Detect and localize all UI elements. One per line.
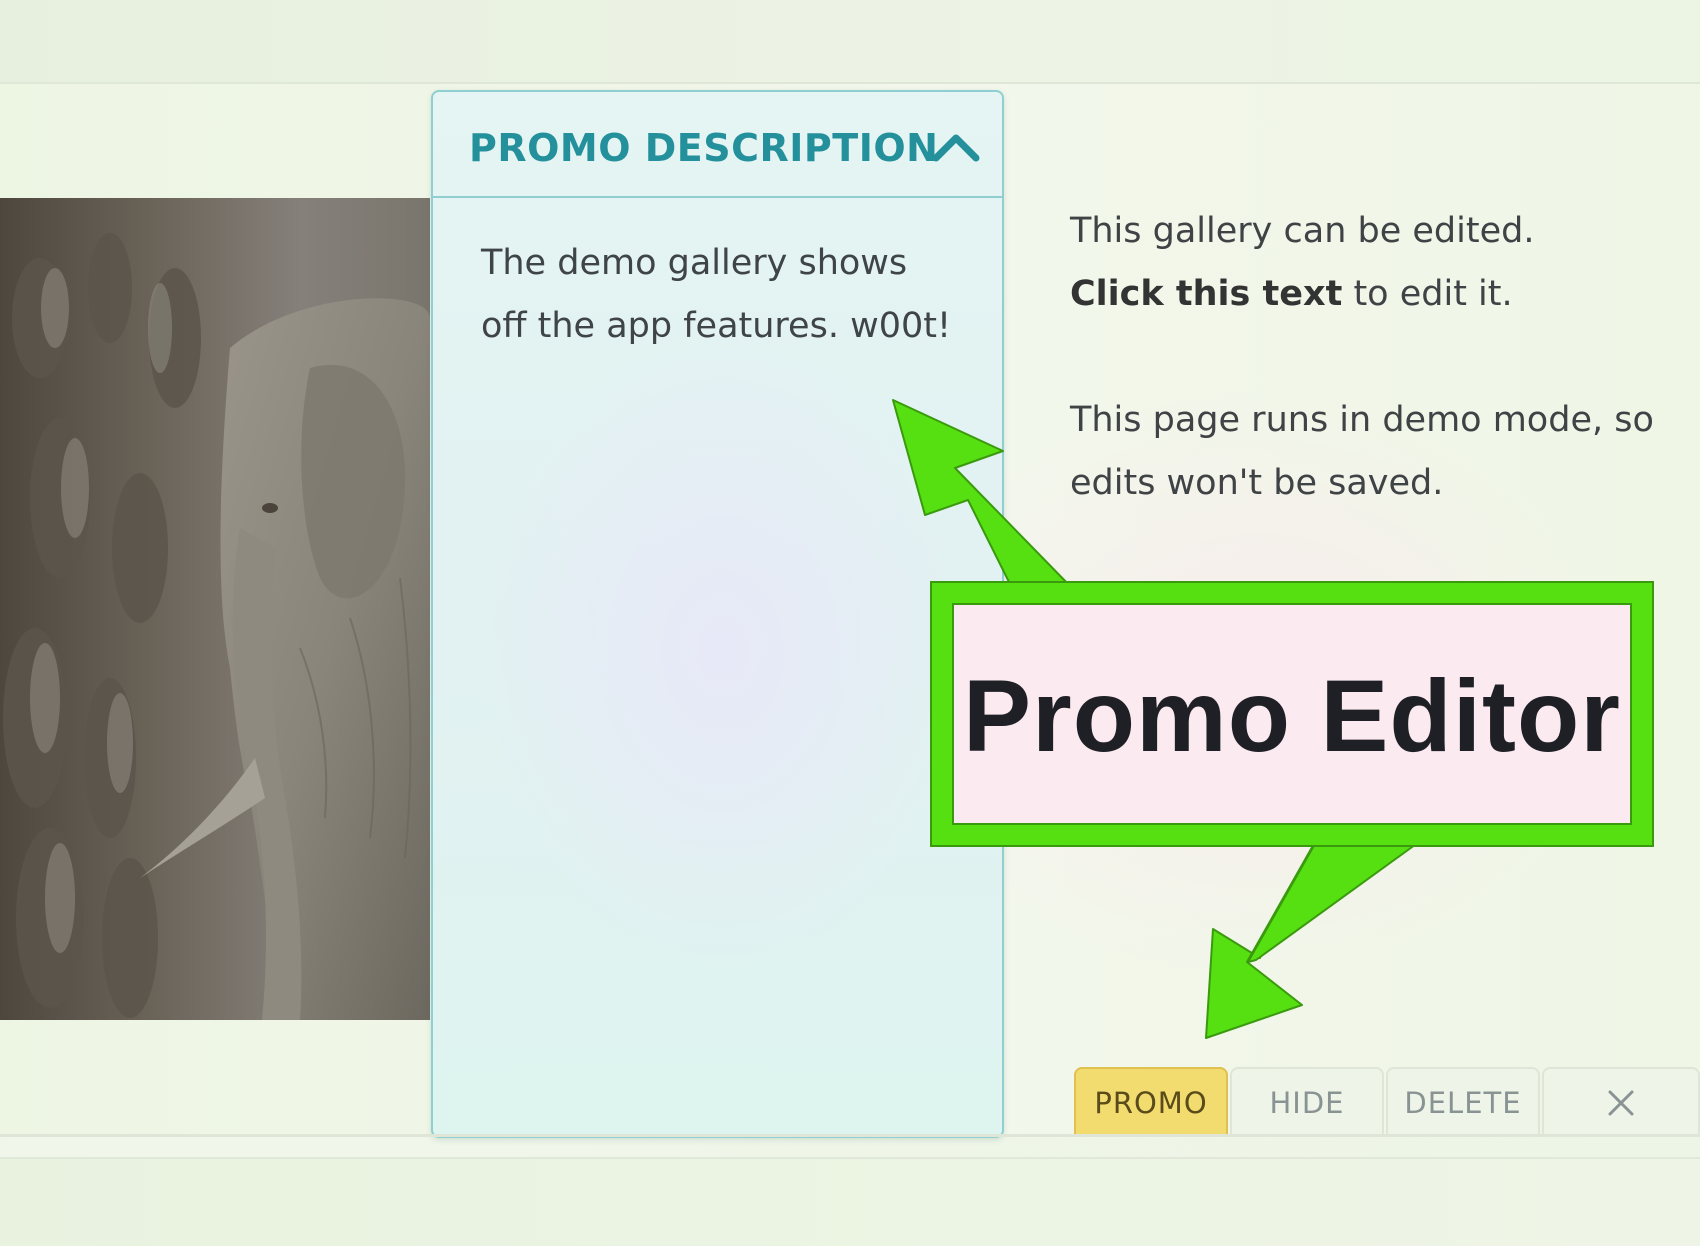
hide-button[interactable]: HIDE xyxy=(1230,1067,1384,1137)
chevron-up-icon[interactable] xyxy=(930,120,982,172)
promo-description-text[interactable]: The demo gallery shows off the app featu… xyxy=(481,232,961,358)
gallery-text-paragraph-2: This page runs in demo mode, so edits wo… xyxy=(1070,400,1654,503)
top-bar xyxy=(0,0,1700,84)
promo-description-panel: PROMO DESCRIPTION The demo gallery shows… xyxy=(431,90,1004,1138)
action-tabs: PROMO HIDE DELETE xyxy=(1074,1067,1700,1137)
promo-panel-title: PROMO DESCRIPTION xyxy=(469,126,939,170)
gallery-text-line-1: This gallery can be edited. xyxy=(1070,211,1535,251)
gallery-text-line-2-rest: to edit it. xyxy=(1342,274,1513,314)
bottom-bar xyxy=(0,1157,1700,1246)
delete-button[interactable]: DELETE xyxy=(1386,1067,1540,1137)
promo-panel-header[interactable]: PROMO DESCRIPTION xyxy=(433,92,1002,198)
panel-divider xyxy=(0,1134,1700,1137)
promo-editor-callout: Promo Editor xyxy=(930,581,1654,847)
callout-label: Promo Editor xyxy=(962,659,1622,773)
close-button[interactable] xyxy=(1542,1067,1700,1137)
gallery-text-bold: Click this text xyxy=(1070,274,1343,314)
gallery-text-paragraph-1: This gallery can be edited. Click this t… xyxy=(1070,200,1670,326)
close-icon xyxy=(1608,1090,1634,1116)
gallery-editable-text[interactable]: This gallery can be edited. Click this t… xyxy=(1070,200,1670,515)
promo-button[interactable]: PROMO xyxy=(1074,1067,1228,1137)
gallery-image[interactable] xyxy=(0,198,430,1020)
